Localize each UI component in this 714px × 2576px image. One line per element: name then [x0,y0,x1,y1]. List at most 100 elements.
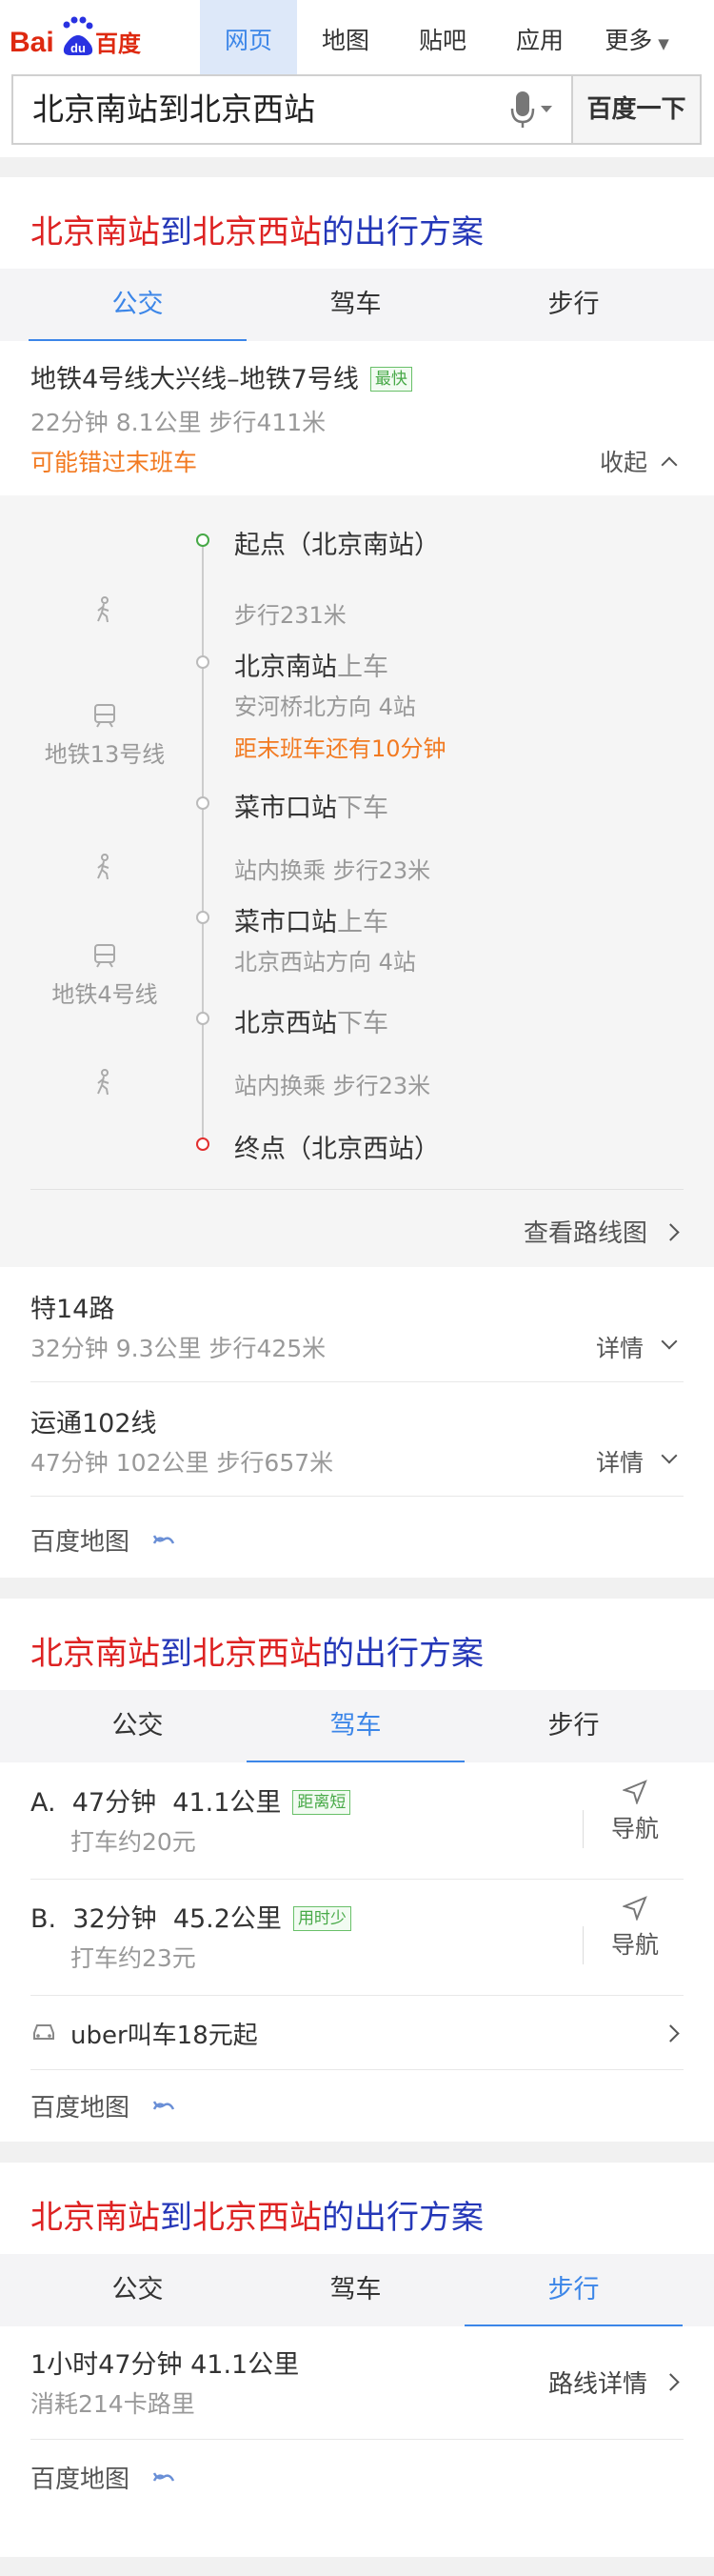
baidu-map-paw-icon [152,2472,175,2482]
option-b-taxi: 打车约23元 [70,1944,196,1972]
tab-walk[interactable]: 步行 [465,269,683,341]
alight-1-action: 下车 [337,794,388,823]
view-route-map-link[interactable]: 查看路线图 [524,1214,647,1249]
title-origin[interactable]: 北京南站 [30,213,160,252]
footer-label: 百度地图 [30,2465,130,2494]
option-a-distance: 41.1公里 [172,1788,282,1818]
badge-fastest: 最快 [369,367,412,392]
option-a-time: 47分钟 [71,1788,157,1818]
board-1-station: 北京南站 [234,653,337,682]
nav-web[interactable]: 网页 [200,0,297,74]
route-detail-link[interactable]: 路线详情 [548,2365,647,2400]
alight-dot-1 [196,796,209,810]
chevron-right-icon [662,2024,680,2043]
title-suffix: 的出行方案 [322,1635,484,1673]
navigation-arrow-icon [622,1780,647,1805]
route-3-name[interactable]: 运通102线 [30,1402,157,1439]
walk-calories: 消耗214卡路里 [30,2390,195,2418]
svg-text:百度: 百度 [95,30,141,57]
tab-drive[interactable]: 驾车 [247,1690,465,1762]
view-route-map-label: 查看路线图 [523,1219,647,1248]
uber-link[interactable]: uber叫车18元起 [70,2016,258,2051]
option-b-label: B. [30,1904,57,1934]
tab-transit[interactable]: 公交 [29,1690,247,1762]
step-end: 终点（北京西站） [234,1135,440,1164]
title-to: 到 [160,2199,192,2237]
route-1-name[interactable]: 地铁4号线大兴线–地铁7号线 最快 [30,358,412,395]
route-1-name-text: 地铁4号线大兴线–地铁7号线 [30,365,359,394]
title-dest[interactable]: 北京西站 [192,2199,322,2237]
subway-icon [94,704,115,728]
chevron-right-icon [662,2373,680,2391]
option-b-navigate-button[interactable]: 导航 [583,1896,687,1961]
baidu-map-footer[interactable]: 百度地图 [30,2460,129,2495]
route-1-warning: 可能错过末班车 [30,449,198,476]
badge-shortest: 距离短 [292,1790,351,1815]
baidu-logo[interactable]: Bai du 百度 [10,13,141,63]
divider [30,2439,684,2440]
header: Bai du 百度 网页 地图 贴吧 应用 更多 ▼ 北京南站到北京西站 百度一下 [0,0,714,157]
title-origin[interactable]: 北京南站 [30,2199,160,2237]
board-2-action: 上车 [337,908,388,937]
nav-more[interactable]: 更多 ▼ [588,0,685,74]
search-input[interactable]: 北京南站到北京西站 [32,76,315,143]
baidu-map-footer[interactable]: 百度地图 [30,2088,129,2123]
top-nav: 网页 地图 贴吧 应用 更多 ▼ [200,0,685,74]
route-steps: 起点（北京南站） 步行231米 北京南站上车 安河桥北方向 4站 距末班车还有1… [0,495,714,1267]
chevron-down-icon [661,1333,678,1350]
route-card-transit: 北京南站到北京西站的出行方案 公交 驾车 步行 地铁4号线大兴线–地铁7号线 最快… [0,177,714,1578]
navigate-label: 导航 [610,1931,659,1959]
step-start: 起点（北京南站） [234,531,440,560]
divider [30,1995,684,1996]
option-a-taxi: 打车约20元 [70,1828,196,1856]
baidu-map-footer[interactable]: 百度地图 [30,1522,129,1558]
title-suffix: 的出行方案 [322,213,484,252]
chevron-up-icon [661,456,678,473]
nav-map[interactable]: 地图 [297,0,394,74]
option-a-label: A. [30,1788,56,1818]
footer-label: 百度地图 [30,2094,130,2123]
drive-option-a[interactable]: A. 47分钟 41.1公里 距离短 [30,1781,351,1819]
tab-drive[interactable]: 驾车 [247,269,465,341]
subway-icon [94,944,115,968]
title-dest[interactable]: 北京西站 [192,213,322,252]
collapse-label: 收起 [599,449,647,476]
divider [30,2069,684,2070]
divider [30,1496,684,1497]
title-dest[interactable]: 北京西站 [192,1635,322,1673]
nav-more-label: 更多 [605,27,653,54]
tab-transit[interactable]: 公交 [29,2254,247,2326]
route-2-name[interactable]: 特14路 [30,1288,114,1325]
alight-2-action: 下车 [337,1009,388,1038]
search-button[interactable]: 百度一下 [571,76,700,143]
navigation-arrow-icon [622,1896,647,1922]
start-dot [196,533,209,547]
tab-transit[interactable]: 公交 [29,269,247,341]
line-label-4: 地铁4号线 [51,981,158,1008]
microphone-icon[interactable] [508,90,565,130]
nav-tieba[interactable]: 贴吧 [394,0,491,74]
card-title: 北京南站到北京西站的出行方案 [30,2191,484,2238]
chevron-right-icon [662,1223,680,1241]
car-icon [33,2024,54,2040]
tab-walk[interactable]: 步行 [465,1690,683,1762]
tab-drive[interactable]: 驾车 [247,2254,465,2326]
navigate-label: 导航 [610,1815,659,1842]
step-alight-1: 菜市口站下车 [234,787,388,824]
drive-option-b[interactable]: B. 32分钟 45.2公里 用时少 [30,1898,351,1935]
divider [30,1189,684,1190]
nav-apps[interactable]: 应用 [491,0,588,74]
tab-walk[interactable]: 步行 [465,2254,683,2326]
step-board-1: 北京南站上车 [234,646,388,683]
route-2-meta: 32分钟 9.3公里 步行425米 [30,1335,327,1362]
route-2-detail[interactable]: 详情 [596,1330,644,1364]
line-label-13: 地铁13号线 [44,741,166,768]
baidu-map-paw-icon [152,2101,175,2110]
route-3-meta: 47分钟 102公里 步行657米 [30,1449,334,1477]
route-3-detail[interactable]: 详情 [596,1444,644,1479]
divider [30,1879,684,1880]
title-origin[interactable]: 北京南站 [30,1635,160,1673]
collapse-button[interactable]: 收起 [600,444,647,478]
end-dot [196,1137,209,1151]
option-a-navigate-button[interactable]: 导航 [583,1780,687,1844]
